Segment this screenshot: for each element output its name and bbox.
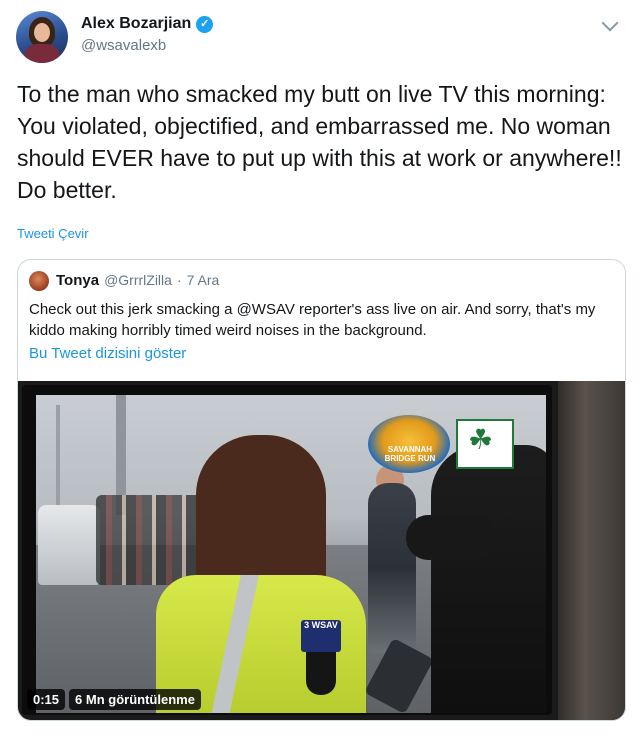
costumed-runner-arm <box>406 515 496 560</box>
author-avatar[interactable] <box>16 11 68 63</box>
show-thread-link[interactable]: Bu Tweet dizisini göster <box>29 345 186 362</box>
quoted-date[interactable]: 7 Ara <box>187 272 220 288</box>
quoted-tweet-card[interactable]: Tonya @GrrrlZilla · 7 Ara Check out this… <box>17 259 626 721</box>
video-badges: 0:15 6 Mn görüntülenme <box>27 689 201 710</box>
quoted-tweet-text: Check out this jerk smacking a @WSAV rep… <box>29 301 596 339</box>
mic-flag: 3 WSAV <box>301 620 341 652</box>
video-frame: 3 WSAV SAVANNAH BRIDGE RUN ☘ <box>36 395 546 713</box>
bridge-cable <box>56 405 60 515</box>
tweet-text: To the man who smacked my butt on live T… <box>17 81 622 203</box>
bridge-run-logo-text: SAVANNAH BRIDGE RUN <box>384 445 436 463</box>
author-name-row[interactable]: Alex Bozarjian ✓ <box>81 15 214 33</box>
background-wall <box>558 381 625 720</box>
author-handle[interactable]: @wsavalexb <box>81 37 166 54</box>
translate-tweet-link[interactable]: Tweeti Çevir <box>17 226 89 241</box>
costumed-runner <box>431 445 546 713</box>
verified-badge-icon: ✓ <box>196 15 214 33</box>
video-duration: 0:15 <box>27 689 66 710</box>
bridge-run-logo <box>368 415 450 473</box>
avatar-face <box>34 23 50 42</box>
quoted-author-name[interactable]: Tonya <box>56 272 99 289</box>
video-player[interactable]: 3 WSAV SAVANNAH BRIDGE RUN ☘ 0:15 6 Mn g… <box>18 381 625 720</box>
shamrock-icon: ☘ <box>468 424 494 455</box>
author-name[interactable]: Alex Bozarjian <box>81 15 191 33</box>
runner-figure <box>368 483 416 653</box>
avatar-body <box>25 44 59 63</box>
chevron-down-icon[interactable] <box>601 14 619 32</box>
quoted-author-handle[interactable]: @GrrrlZilla <box>104 272 172 288</box>
police-car <box>38 505 100 585</box>
video-views: 6 Mn görüntülenme <box>69 689 201 710</box>
quoted-separator: · <box>176 272 182 288</box>
quoted-author-avatar[interactable] <box>29 271 49 291</box>
quoted-tweet-header: Tonya @GrrrlZilla · 7 Ara <box>56 272 219 289</box>
tv-frame: 3 WSAV SAVANNAH BRIDGE RUN ☘ <box>22 385 552 715</box>
